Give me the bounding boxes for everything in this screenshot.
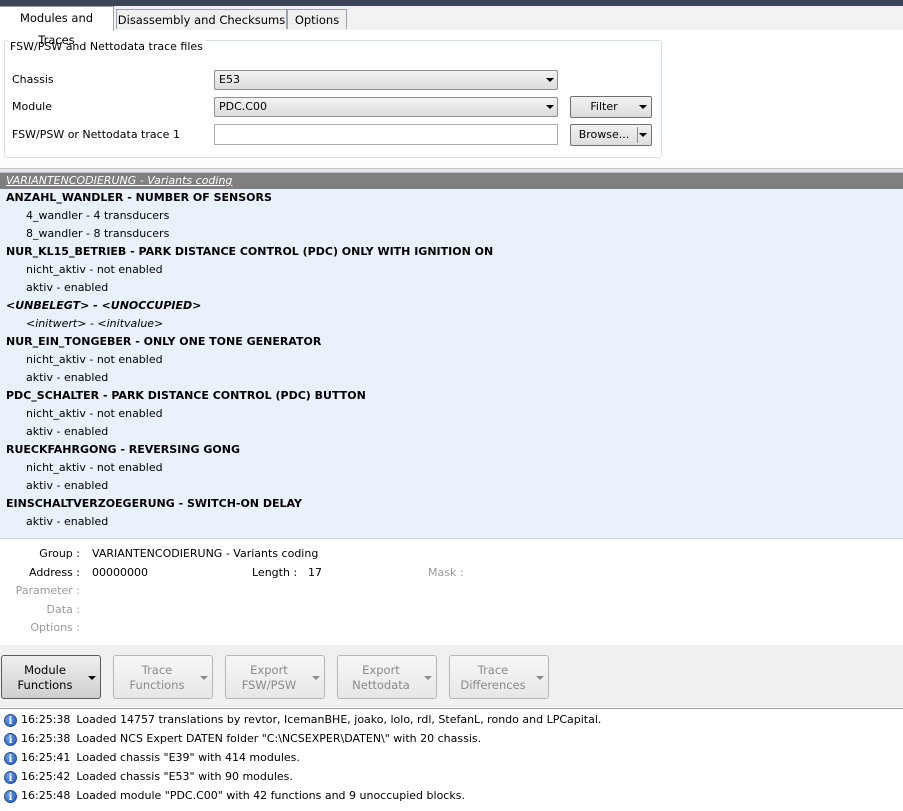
trace-file-label: FSW/PSW or Nettodata trace 1 — [12, 128, 180, 141]
chassis-value: E53 — [219, 73, 240, 86]
option-row[interactable]: 4_wandler - 4 transducers — [0, 207, 903, 225]
option-row[interactable]: aktiv - enabled — [0, 369, 903, 387]
chevron-down-icon — [200, 676, 208, 680]
length-value: 17 — [308, 566, 322, 579]
log-time: 16:25:38 — [21, 713, 71, 726]
split-separator — [637, 127, 638, 143]
option-row[interactable]: nicht_aktiv - not enabled — [0, 261, 903, 279]
button-label-line1: Export — [362, 663, 400, 677]
info-icon: i — [4, 770, 17, 784]
action-toolbar: Module Functions Trace Functions Export … — [0, 645, 903, 707]
parameter-label: Parameter : — [15, 584, 80, 597]
button-label-line2: Functions — [129, 678, 185, 692]
log-entry: i 16:25:42 Loaded chassis "E53" with 90 mo… — [4, 768, 293, 786]
chevron-down-icon — [546, 105, 554, 109]
chevron-down-icon — [546, 78, 554, 82]
module-value: PDC.C00 — [219, 100, 267, 113]
option-row[interactable]: aktiv - enabled — [0, 513, 903, 531]
button-label-line1: Trace — [141, 663, 173, 677]
group-header[interactable]: VARIANTENCODIERUNG - Variants coding — [0, 173, 903, 189]
chassis-select[interactable]: E53 — [214, 70, 558, 90]
function-row[interactable]: NUR_KL15_BETRIEB - PARK DISTANCE CONTROL… — [0, 243, 903, 261]
info-icon: i — [4, 713, 17, 727]
info-icon: i — [4, 732, 17, 746]
group-value: VARIANTENCODIERUNG - Variants coding — [92, 547, 319, 560]
log-message: Loaded module "PDC.C00" with 42 function… — [76, 789, 465, 802]
chevron-down-icon — [536, 676, 544, 680]
button-label-line1: Export — [250, 663, 288, 677]
log-message: Loaded 14757 translations by revtor, Ice… — [76, 713, 602, 726]
option-row[interactable]: aktiv - enabled — [0, 279, 903, 297]
option-row[interactable]: nicht_aktiv - not enabled — [0, 405, 903, 423]
function-row[interactable]: PDC_SCHALTER - PARK DISTANCE CONTROL (PD… — [0, 387, 903, 405]
tab-strip: Modules and Traces Disassembly and Check… — [0, 6, 903, 47]
module-functions-button[interactable]: Module Functions — [1, 655, 101, 699]
browse-button-label: Browse... — [578, 128, 630, 141]
function-row[interactable]: EINSCHALTVERZOEGERUNG - SWITCH-ON DELAY — [0, 495, 903, 513]
address-label: Address : — [28, 566, 80, 579]
chevron-down-icon[interactable] — [639, 133, 647, 137]
info-icon: i — [4, 789, 17, 803]
option-row[interactable]: 8_wandler - 8 transducers — [0, 225, 903, 243]
tab-options[interactable]: Options — [287, 9, 347, 29]
data-label: Data : — [46, 603, 80, 616]
button-label-line1: Module — [24, 663, 66, 677]
filter-button[interactable]: Filter — [570, 96, 652, 118]
export-nettodata-button[interactable]: Export Nettodata — [337, 655, 437, 699]
log-message: Loaded chassis "E53" with 90 modules. — [76, 770, 293, 783]
options-label: Options : — [30, 621, 80, 634]
module-select[interactable]: PDC.C00 — [214, 97, 558, 117]
details-panel: Group : VARIANTENCODIERUNG - Variants co… — [0, 538, 903, 646]
log-time: 16:25:48 — [21, 789, 71, 802]
tab-disassembly-and-checksums[interactable]: Disassembly and Checksums — [116, 9, 287, 29]
trace-file-input[interactable] — [214, 124, 558, 145]
group-label: Group : — [39, 547, 80, 560]
option-row[interactable]: aktiv - enabled — [0, 423, 903, 441]
log-entry: i 16:25:41 Loaded chassis "E39" with 414 m… — [4, 749, 300, 767]
log-time: 16:25:42 — [21, 770, 71, 783]
function-row[interactable]: <UNBELEGT> - <UNOCCUPIED> — [0, 297, 903, 315]
option-row[interactable]: nicht_aktiv - not enabled — [0, 459, 903, 477]
module-label: Module — [12, 100, 52, 113]
chevron-down-icon — [88, 676, 96, 680]
log-time: 16:25:38 — [21, 732, 71, 745]
log-panel[interactable]: i 16:25:38 Loaded 14757 translations by re… — [0, 708, 903, 811]
mask-label: Mask : — [428, 566, 464, 579]
log-time: 16:25:41 — [21, 751, 71, 764]
option-row[interactable]: <initwert> - <initvalue> — [0, 315, 903, 333]
functions-list[interactable]: VARIANTENCODIERUNG - Variants coding ANZ… — [0, 172, 903, 539]
log-entry: i 16:25:38 Loaded 14757 translations by re… — [4, 711, 601, 729]
button-label-line2: Functions — [17, 678, 73, 692]
chevron-down-icon[interactable] — [639, 105, 647, 109]
function-row[interactable]: NUR_EIN_TONGEBER - ONLY ONE TONE GENERAT… — [0, 333, 903, 351]
option-row[interactable]: aktiv - enabled — [0, 477, 903, 495]
button-label-line1: Trace — [477, 663, 509, 677]
export-fsw-psw-button[interactable]: Export FSW/PSW — [225, 655, 325, 699]
length-label: Length : — [252, 566, 298, 579]
tab-modules-and-traces[interactable]: Modules and Traces — [0, 6, 114, 47]
button-label-line2: Nettodata — [352, 678, 410, 692]
log-entry: i 16:25:48 Loaded module "PDC.C00" with 42… — [4, 787, 465, 805]
trace-functions-button[interactable]: Trace Functions — [113, 655, 213, 699]
button-label-line2: Differences — [460, 678, 526, 692]
option-row[interactable]: nicht_aktiv - not enabled — [0, 351, 903, 369]
chassis-label: Chassis — [12, 73, 54, 86]
log-message: Loaded NCS Expert DATEN folder "C:\NCSEX… — [76, 732, 482, 745]
info-icon: i — [4, 751, 17, 765]
function-row[interactable]: RUECKFAHRGONG - REVERSING GONG — [0, 441, 903, 459]
address-value: 00000000 — [92, 566, 148, 579]
log-entry: i 16:25:38 Loaded NCS Expert DATEN folder … — [4, 730, 481, 748]
filter-button-label: Filter — [590, 100, 618, 113]
log-message: Loaded chassis "E39" with 414 modules. — [76, 751, 300, 764]
button-label-line2: FSW/PSW — [241, 678, 297, 692]
function-row[interactable]: ANZAHL_WANDLER - NUMBER OF SENSORS — [0, 189, 903, 207]
trace-differences-button[interactable]: Trace Differences — [449, 655, 549, 699]
chevron-down-icon — [424, 676, 432, 680]
chevron-down-icon — [312, 676, 320, 680]
browse-button[interactable]: Browse... — [570, 124, 652, 146]
